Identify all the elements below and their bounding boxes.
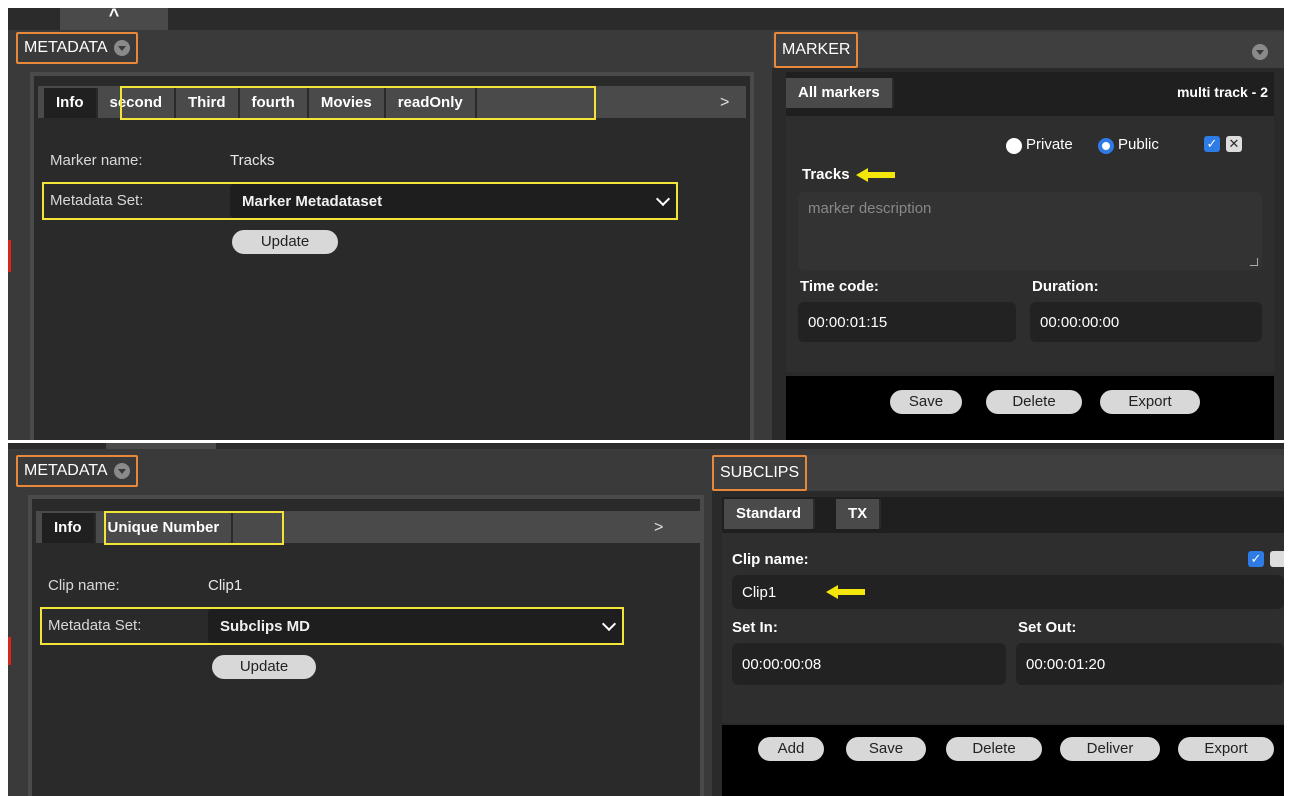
export-button[interactable]: Export xyxy=(1178,737,1274,761)
subclips-panel: SUBCLIPS Standard TX Clip name: ✓ Clip1 … xyxy=(712,455,1284,796)
public-radio[interactable] xyxy=(1098,138,1114,154)
subclips-title-text: SUBCLIPS xyxy=(720,464,800,481)
checkbox-cross-icon[interactable]: ✕ xyxy=(1226,136,1242,152)
resize-grip-icon[interactable] xyxy=(1250,258,1258,266)
metadata-panel-title[interactable]: METADATA xyxy=(16,32,138,64)
delete-button[interactable]: Delete xyxy=(986,390,1082,414)
subclips-screenshot: METADATA Info Unique Number > Clip name:… xyxy=(8,443,1284,796)
checkbox-checked-icon[interactable]: ✓ xyxy=(1248,551,1264,567)
metadata-title-text: METADATA xyxy=(24,462,108,479)
tab-tx[interactable]: TX xyxy=(836,499,882,529)
set-out-value: 00:00:01:20 xyxy=(1026,655,1106,673)
red-marker xyxy=(8,240,11,272)
clip-name-input[interactable]: Clip1 xyxy=(732,575,1284,609)
marker-screenshot: ^ METADATA Info second Third fourth Movi… xyxy=(8,8,1284,440)
deliver-button[interactable]: Deliver xyxy=(1060,737,1160,761)
metadata-set-highlight xyxy=(42,182,678,220)
add-button[interactable]: Add xyxy=(758,737,824,761)
marker-body: Private Public ✓ ✕ Tracks marker descrip… xyxy=(786,116,1274,372)
duration-input[interactable]: 00:00:00:00 xyxy=(1030,302,1262,342)
update-button[interactable]: Update xyxy=(212,655,316,679)
private-label: Private xyxy=(1026,136,1073,153)
more-tabs-icon[interactable]: > xyxy=(720,94,729,112)
save-button[interactable]: Save xyxy=(890,390,962,414)
red-marker xyxy=(8,637,11,665)
marker-panel-title[interactable]: MARKER xyxy=(774,32,859,68)
metadata-panel: Info second Third fourth Movies readOnly… xyxy=(30,72,754,440)
private-radio[interactable] xyxy=(1006,138,1022,154)
dropdown-icon[interactable] xyxy=(1252,44,1268,60)
metadata-panel-title[interactable]: METADATA xyxy=(16,455,138,487)
public-label: Public xyxy=(1118,136,1159,153)
marker-description-input[interactable]: marker description xyxy=(798,192,1262,270)
marker-name-title: Tracks xyxy=(802,166,850,183)
more-tabs-icon[interactable]: > xyxy=(654,519,663,537)
marker-panel: MARKER All markers multi track - 2 Priva… xyxy=(772,32,1284,440)
marker-title-text: MARKER xyxy=(782,41,851,58)
save-button[interactable]: Save xyxy=(846,737,926,761)
set-out-label: Set Out: xyxy=(1018,619,1077,636)
metadata-title-text: METADATA xyxy=(24,39,108,56)
metadata-set-highlight xyxy=(40,607,624,645)
collapse-handle[interactable]: ^ xyxy=(60,8,168,30)
clip-name-label: Clip name: xyxy=(48,577,120,594)
duration-value: 00:00:00:00 xyxy=(1040,313,1120,331)
arrow-left-icon xyxy=(826,585,866,599)
tab-all-markers[interactable]: All markers xyxy=(786,78,894,108)
marker-footer: Save Delete Export xyxy=(786,376,1274,440)
checkbox-checked-icon[interactable]: ✓ xyxy=(1204,136,1220,152)
checkbox-cross-icon[interactable] xyxy=(1270,551,1284,567)
duration-label: Duration: xyxy=(1032,278,1099,295)
tab-info[interactable]: Info xyxy=(42,513,96,543)
subclips-body: Clip name: ✓ Clip1 Set In: Set Out: 00:0… xyxy=(722,533,1284,723)
set-in-value: 00:00:00:08 xyxy=(742,655,822,673)
caret-up-icon: ^ xyxy=(108,8,120,25)
export-button[interactable]: Export xyxy=(1100,390,1200,414)
time-code-value: 00:00:01:15 xyxy=(808,313,888,331)
tabs-highlight xyxy=(104,511,284,545)
subclips-footer: Add Save Delete Deliver Export xyxy=(722,725,1284,796)
dropdown-icon[interactable] xyxy=(113,40,130,56)
metadata-panel: Info Unique Number > Clip name: Clip1 Me… xyxy=(28,495,704,796)
marker-name-value: Tracks xyxy=(230,152,275,169)
clip-name-value: Clip1 xyxy=(208,577,243,594)
collapse-handle[interactable] xyxy=(106,443,216,449)
time-code-label: Time code: xyxy=(800,278,879,295)
update-button[interactable]: Update xyxy=(232,230,338,254)
set-in-input[interactable]: 00:00:00:08 xyxy=(732,643,1006,685)
time-code-input[interactable]: 00:00:01:15 xyxy=(798,302,1016,342)
track-info: multi track - 2 xyxy=(1176,84,1268,100)
set-in-label: Set In: xyxy=(732,619,778,636)
top-strip xyxy=(8,8,1284,30)
dropdown-icon[interactable] xyxy=(113,463,130,479)
subclips-panel-title[interactable]: SUBCLIPS xyxy=(712,455,808,491)
clip-name-value: Clip1 xyxy=(742,583,777,601)
tabs-highlight xyxy=(120,86,596,120)
arrow-left-icon xyxy=(856,168,896,182)
clip-name-label: Clip name: xyxy=(732,551,809,568)
tab-info[interactable]: Info xyxy=(44,88,98,118)
description-placeholder: marker description xyxy=(808,200,932,217)
set-out-input[interactable]: 00:00:01:20 xyxy=(1016,643,1284,685)
delete-button[interactable]: Delete xyxy=(946,737,1042,761)
tab-standard[interactable]: Standard xyxy=(724,499,816,529)
marker-name-label: Marker name: xyxy=(50,152,143,169)
